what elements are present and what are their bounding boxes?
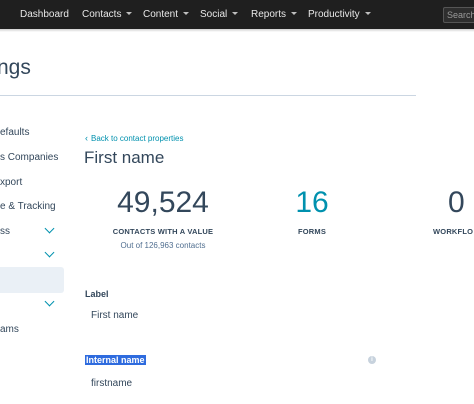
selected-text: Internal name	[85, 355, 146, 365]
chevron-left-icon: ‹	[85, 133, 88, 143]
chevron-down-icon	[291, 11, 298, 15]
sidebar-item-tracking[interactable]: e & Tracking	[0, 201, 56, 212]
chevron-down-icon[interactable]	[44, 247, 55, 258]
nav-item-reports[interactable]: Reports	[251, 0, 298, 29]
property-title: First name	[84, 148, 165, 167]
sidebar-item-defaults[interactable]: efaults	[0, 127, 29, 138]
label-field-label: Label	[85, 289, 109, 299]
nav-item-label: Contacts	[82, 9, 122, 20]
nav-item-label: Social	[200, 9, 228, 20]
nav-shadow	[0, 29, 474, 32]
chevron-down-icon[interactable]	[44, 223, 55, 234]
nav-item-productivity[interactable]: Productivity	[308, 0, 371, 29]
page-title: ngs	[0, 56, 31, 79]
chevron-down-icon	[183, 11, 190, 15]
nav-item-content[interactable]: Content	[143, 0, 190, 29]
stat-forms-label: FORMS	[297, 227, 327, 236]
stat-workflows-value: 0	[448, 186, 465, 219]
search-input[interactable]: Search	[443, 7, 474, 23]
nav-item-label: Productivity	[308, 9, 360, 20]
header-divider	[0, 95, 416, 96]
stat-contacts-label: CONTACTS WITH A VALUE	[112, 227, 214, 236]
sidebar-item-export[interactable]: xport	[0, 177, 22, 188]
sidebar-item-teams[interactable]: ams	[0, 324, 19, 335]
chevron-down-icon	[232, 11, 239, 15]
back-link-label: Back to contact properties	[91, 134, 184, 143]
nav-item-dashboard[interactable]: Dashboard	[20, 0, 69, 29]
nav-item-label: Dashboard	[20, 9, 69, 20]
nav-item-social[interactable]: Social	[200, 0, 239, 29]
sidebar-item-ss[interactable]: ss	[0, 226, 10, 237]
back-to-contact-properties-link[interactable]: ‹ Back to contact properties	[85, 133, 184, 143]
sidebar-item-selected[interactable]	[0, 267, 64, 293]
nav-item-label: Reports	[251, 9, 287, 20]
nav-item-label: Content	[143, 9, 179, 20]
nav-item-contacts[interactable]: Contacts	[82, 0, 133, 29]
chevron-down-icon	[364, 11, 371, 15]
internal-name-label: Internal name	[85, 355, 146, 365]
chevron-down-icon[interactable]	[44, 296, 55, 307]
stat-contacts-sub: Out of 126,963 contacts	[120, 241, 206, 250]
sidebar-item-companies[interactable]: s Companies	[0, 152, 58, 163]
internal-name-value[interactable]: firstname	[91, 378, 132, 389]
stat-contacts-value: 49,524	[117, 186, 209, 219]
label-field-value[interactable]: First name	[91, 310, 138, 321]
stat-forms-value[interactable]: 16	[282, 186, 342, 220]
top-navigation-bar: Dashboard Contacts Content Social Report…	[0, 0, 474, 29]
info-icon[interactable]: i	[368, 356, 376, 364]
chevron-down-icon	[126, 11, 133, 15]
stat-workflows-label: WORKFLO	[433, 227, 474, 236]
